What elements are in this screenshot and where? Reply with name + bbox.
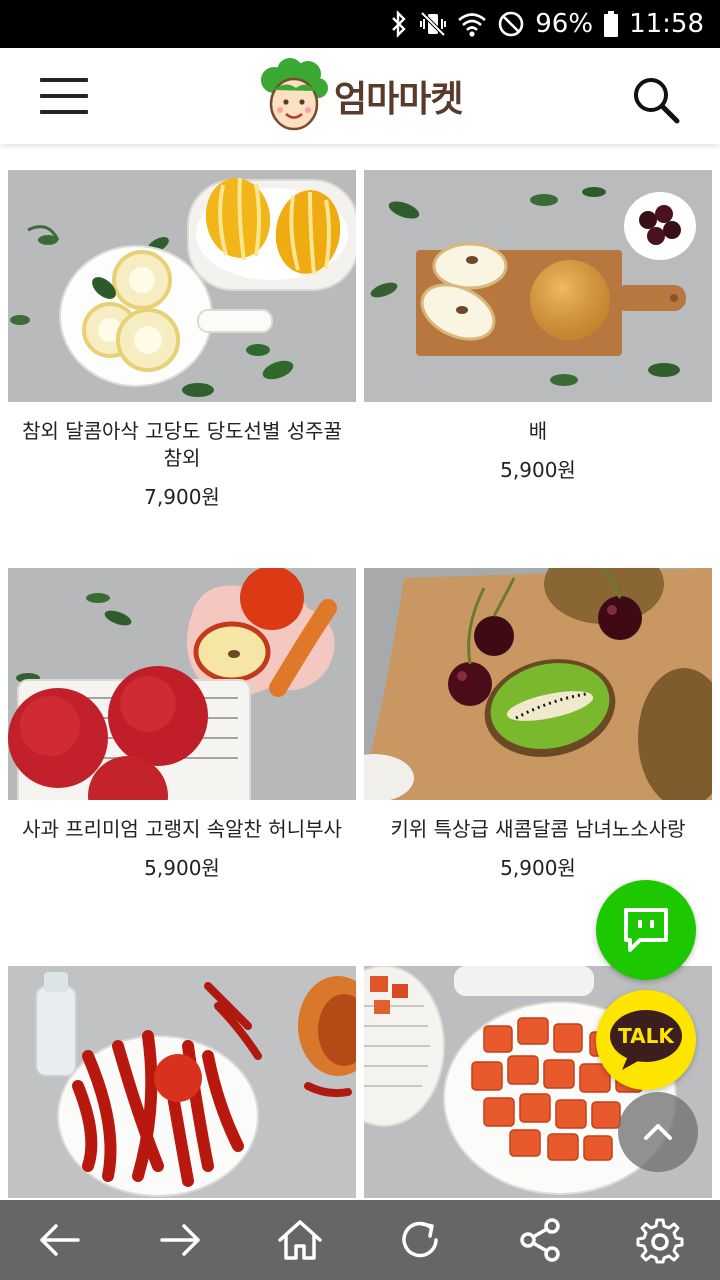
- share-button[interactable]: [510, 1210, 570, 1270]
- product-name[interactable]: 참외 달콤아삭 고당도 당도선별 성주꿀참외: [8, 418, 356, 472]
- brand-name: 엄마마켓: [334, 79, 463, 120]
- back-arrow-icon: [40, 1224, 80, 1256]
- product-name[interactable]: 배: [364, 418, 712, 445]
- bottom-nav: [0, 1200, 720, 1280]
- search-button[interactable]: [628, 72, 684, 128]
- forward-arrow-icon: [160, 1224, 200, 1256]
- scroll-top-button[interactable]: [618, 1092, 698, 1172]
- korean-melon-photo[interactable]: [8, 170, 356, 402]
- kakao-talk-icon: TALK: [610, 1010, 682, 1070]
- chat-button[interactable]: [596, 880, 696, 980]
- product-card[interactable]: 키위 특상급 새콤달콤 남녀노소사랑 5,900원: [364, 568, 712, 881]
- share-icon: [520, 1218, 560, 1262]
- home-icon: [278, 1220, 322, 1260]
- product-card[interactable]: 참외 달콤아삭 고당도 당도선별 성주꿀참외 7,900원: [8, 170, 356, 510]
- refresh-button[interactable]: [390, 1210, 450, 1270]
- product-name[interactable]: 사과 프리미엄 고랭지 속알찬 허니부사: [8, 816, 356, 843]
- product-card[interactable]: 사과 프리미엄 고랭지 속알찬 허니부사 5,900원: [8, 568, 356, 881]
- battery-icon: [604, 11, 619, 37]
- vibrate-icon: [420, 11, 447, 37]
- hamburger-menu-button[interactable]: [40, 78, 88, 116]
- forward-button[interactable]: [150, 1210, 210, 1270]
- hamburger-icon: [40, 78, 88, 82]
- chevron-up-icon: [644, 1124, 672, 1140]
- product-card[interactable]: [8, 966, 356, 1214]
- kakao-talk-button[interactable]: TALK: [596, 990, 696, 1090]
- red-pepper-photo[interactable]: [8, 966, 356, 1198]
- apple-photo[interactable]: [8, 568, 356, 800]
- back-button[interactable]: [30, 1210, 90, 1270]
- product-price: 5,900원: [144, 856, 220, 880]
- search-icon: [634, 78, 680, 124]
- talk-label: TALK: [618, 1024, 675, 1048]
- product-price: 5,900원: [500, 458, 576, 482]
- pear-photo[interactable]: [364, 170, 712, 402]
- clock: 11:58: [629, 9, 704, 39]
- bluetooth-icon: [392, 10, 406, 38]
- chat-bubble-icon: [624, 908, 668, 952]
- home-button[interactable]: [270, 1210, 330, 1270]
- settings-icon: [636, 1218, 684, 1264]
- app-header: 엄마마켓: [0, 48, 720, 144]
- product-name[interactable]: 키위 특상급 새콤달콤 남녀노소사랑: [364, 816, 712, 843]
- wifi-icon: [458, 13, 487, 37]
- settings-button[interactable]: [630, 1210, 690, 1270]
- mascot-logo-icon: [261, 58, 328, 131]
- product-price: 5,900원: [500, 856, 576, 880]
- brand-logo[interactable]: 엄마마켓: [256, 58, 463, 134]
- refresh-icon: [402, 1221, 438, 1258]
- kiwi-photo[interactable]: [364, 568, 712, 800]
- product-price: 7,900원: [144, 485, 220, 509]
- battery-percent: 96%: [535, 9, 594, 39]
- status-bar: 96% 11:58: [0, 0, 720, 48]
- do-not-disturb-icon: [498, 11, 524, 37]
- product-card[interactable]: 배 5,900원: [364, 170, 712, 483]
